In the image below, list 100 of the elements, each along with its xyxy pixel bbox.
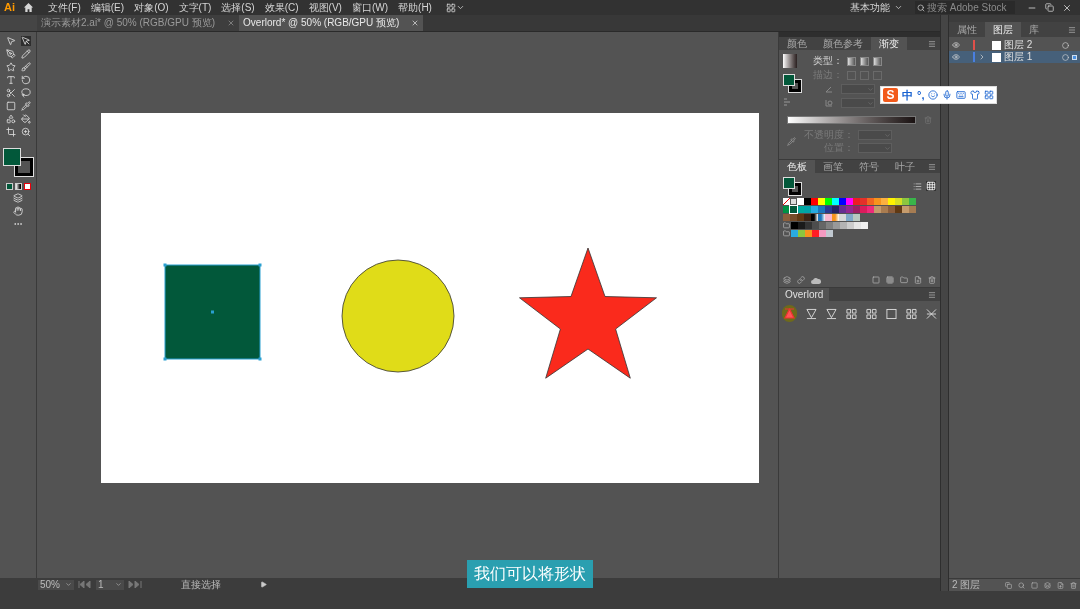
radial-gradient-button[interactable] [860, 56, 869, 66]
panel-menu-icon[interactable] [928, 162, 936, 171]
artboard-select[interactable]: 1 [96, 579, 124, 590]
search-field[interactable]: 搜索 Adobe Stock [915, 1, 1015, 14]
close-icon[interactable] [411, 19, 420, 27]
color-swatch[interactable] [909, 206, 916, 213]
color-swatch[interactable] [860, 198, 867, 205]
color-swatch[interactable] [909, 198, 916, 205]
input-method-toggle[interactable]: °, [917, 89, 925, 101]
input-method-logo[interactable]: S [883, 88, 898, 102]
menu-item[interactable]: 编辑(E) [88, 2, 127, 13]
emoji-icon[interactable] [928, 90, 939, 100]
trash-icon[interactable] [1070, 581, 1077, 589]
color-swatch[interactable] [846, 214, 853, 221]
color-swatch[interactable] [798, 222, 805, 229]
panel-tab[interactable]: 符号 [851, 160, 887, 173]
play-icon[interactable] [260, 581, 267, 588]
gradient-preview[interactable] [783, 54, 797, 68]
color-swatch[interactable] [853, 198, 860, 205]
grid-icon[interactable] [984, 90, 995, 100]
list-view-icon[interactable] [913, 181, 922, 191]
color-swatch[interactable] [811, 198, 818, 205]
trash-icon[interactable] [928, 276, 936, 284]
color-swatch[interactable] [846, 198, 853, 205]
color-swatch[interactable] [804, 214, 811, 221]
color-swatch[interactable] [853, 214, 860, 221]
eyedropper-icon[interactable] [787, 137, 796, 146]
color-swatch[interactable] [790, 206, 797, 213]
gradient-mode-icon[interactable] [14, 183, 22, 190]
color-swatch[interactable] [798, 230, 805, 237]
color-swatch[interactable] [812, 222, 819, 229]
panel-tab[interactable]: 色板 [779, 160, 815, 173]
color-swatch[interactable] [791, 230, 798, 237]
zoom-select[interactable]: 50% [38, 579, 74, 590]
grid-view-icon[interactable] [926, 181, 936, 191]
arrow-icon[interactable] [5, 36, 16, 46]
panel-tab[interactable]: Overlord [779, 288, 830, 301]
clip-mask-icon[interactable] [1031, 581, 1038, 589]
color-swatch[interactable] [797, 206, 804, 213]
panel-tab[interactable]: 图层 [985, 22, 1021, 37]
reverse-gradient-icon[interactable] [783, 98, 791, 106]
fill-stroke-swatch[interactable] [783, 74, 801, 92]
panel-tab[interactable]: 画笔 [815, 160, 851, 173]
color-swatch[interactable] [805, 222, 812, 229]
restore-icon[interactable] [1045, 3, 1054, 12]
linear-gradient-button[interactable] [847, 56, 856, 66]
color-swatch[interactable] [783, 214, 790, 221]
color-swatch[interactable] [902, 198, 909, 205]
menu-item[interactable]: 视图(V) [306, 2, 344, 13]
eye-icon[interactable] [952, 53, 960, 61]
color-swatch[interactable] [804, 206, 811, 213]
star-icon[interactable] [5, 62, 16, 72]
brush-icon[interactable] [20, 62, 31, 72]
color-swatch[interactable] [825, 206, 832, 213]
menu-item[interactable]: 选择(S) [219, 2, 257, 13]
x-icon[interactable] [926, 307, 938, 320]
type-icon[interactable] [5, 75, 16, 85]
rotate-icon[interactable] [20, 75, 31, 85]
screen-mode-icon[interactable] [13, 206, 23, 216]
shirt-icon[interactable] [970, 90, 981, 100]
color-swatch[interactable] [888, 206, 895, 213]
panel-tab[interactable]: 叶子 [887, 160, 923, 173]
color-swatch[interactable] [819, 230, 826, 237]
input-method-toggle[interactable]: 中 [902, 89, 913, 101]
swatch-library-icon[interactable] [783, 276, 791, 284]
expand-icon[interactable] [978, 53, 986, 61]
color-swatch[interactable] [804, 198, 811, 205]
color-swatch[interactable] [881, 198, 888, 205]
color-swatch[interactable] [895, 206, 902, 213]
color-swatch[interactable] [839, 206, 846, 213]
chevron-icon[interactable] [455, 3, 465, 12]
menu-item[interactable]: 效果(C) [262, 2, 301, 13]
color-swatch[interactable] [832, 198, 839, 205]
color-swatch[interactable] [902, 206, 909, 213]
panel-menu-icon[interactable] [928, 290, 936, 299]
link-icon[interactable] [797, 276, 805, 284]
grid-icon[interactable] [846, 307, 858, 320]
color-swatch[interactable] [846, 206, 853, 213]
new-layer-icon[interactable] [1057, 581, 1064, 589]
color-swatch[interactable] [826, 230, 833, 237]
trash-icon[interactable] [924, 116, 932, 124]
export-icon[interactable] [1005, 581, 1012, 589]
color-swatch[interactable] [832, 206, 839, 213]
shapes-icon[interactable] [5, 114, 16, 124]
cloud-icon[interactable] [811, 276, 821, 284]
gradient-swatch[interactable] [811, 214, 818, 221]
color-swatch[interactable] [812, 230, 819, 237]
freeform-gradient-button[interactable] [873, 56, 882, 66]
color-swatch[interactable] [895, 198, 902, 205]
eyedropper-icon[interactable] [20, 101, 31, 111]
search-icon[interactable] [1018, 581, 1025, 589]
color-swatch[interactable] [818, 206, 825, 213]
panel-tab[interactable]: 颜色参考 [815, 37, 871, 50]
layout-icon[interactable] [445, 2, 456, 13]
registration-swatch[interactable] [790, 198, 797, 205]
document-tab[interactable]: Overlord* @ 50% (RGB/GPU 预览) [239, 15, 424, 31]
color-swatch[interactable] [826, 222, 833, 229]
overlord-action-button[interactable] [782, 305, 798, 322]
color-swatch[interactable] [797, 198, 804, 205]
menu-item[interactable]: 文字(T) [176, 2, 214, 13]
